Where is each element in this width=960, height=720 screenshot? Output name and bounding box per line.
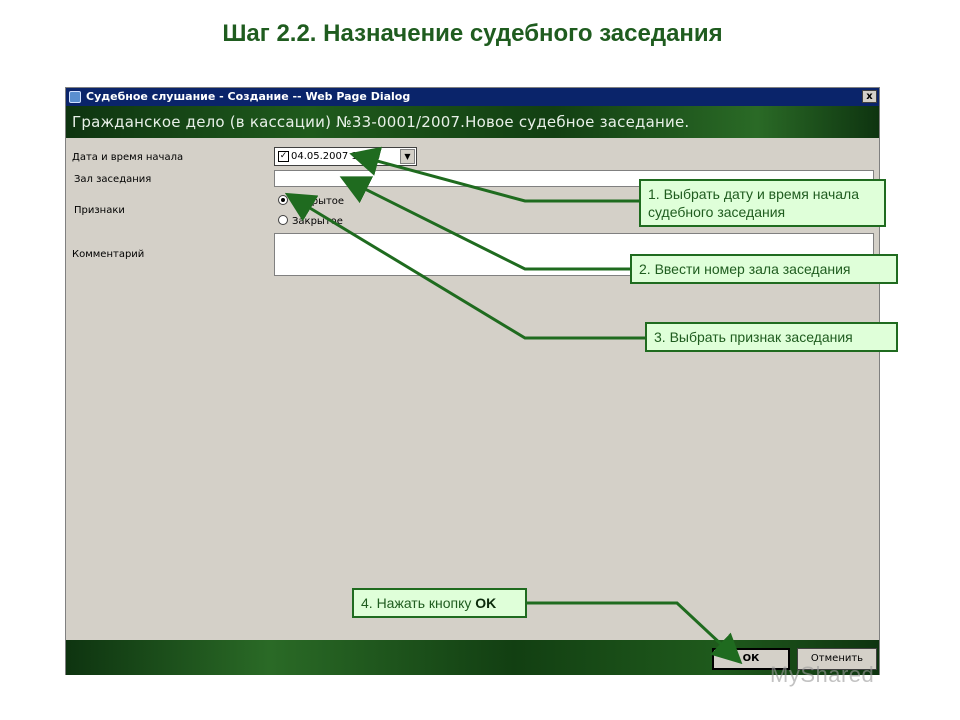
slide-title: Шаг 2.2. Назначение судебного заседания: [222, 20, 723, 47]
dialog-window: Судебное слушание - Создание -- Web Page…: [65, 87, 880, 675]
callout-step-4-text: 4. Нажать кнопку: [361, 595, 476, 611]
close-button[interactable]: x: [862, 90, 877, 103]
callout-step-1: 1. Выбрать дату и время начала судебного…: [639, 179, 886, 227]
callout-step-4-bold: OK: [475, 595, 497, 611]
callout-step-2: 2. Ввести номер зала заседания: [630, 254, 898, 284]
date-time-picker[interactable]: ✓ 04.05.2007 10:00 ▼: [274, 147, 417, 166]
radio-closed-indicator[interactable]: [278, 215, 288, 225]
dialog-title: Судебное слушание - Создание -- Web Page…: [86, 90, 411, 103]
comment-label: Комментарий: [72, 249, 145, 260]
radio-closed-label: Закрытое: [292, 216, 343, 227]
date-enabled-checkbox[interactable]: ✓: [278, 151, 289, 162]
dialog-footer: ОК Отменить: [66, 640, 879, 675]
radio-open-label: Открытое: [292, 196, 345, 207]
watermark: MyShared: [770, 662, 875, 687]
case-header: Гражданское дело (в кассации) №33-0001/2…: [66, 106, 879, 138]
dialog-titlebar[interactable]: Судебное слушание - Создание -- Web Page…: [66, 88, 879, 106]
callout-step-3: 3. Выбрать признак заседания: [645, 322, 898, 352]
signs-label: Признаки: [74, 205, 125, 216]
date-label: Дата и время начала: [72, 152, 184, 163]
radio-open-indicator[interactable]: [278, 195, 288, 205]
hall-label: Зал заседания: [74, 174, 152, 185]
radio-open[interactable]: Открытое: [278, 195, 344, 207]
radio-closed[interactable]: Закрытое: [278, 215, 343, 227]
date-value: 04.05.2007 10:00: [291, 151, 381, 162]
callout-step-4: 4. Нажать кнопку OK: [352, 588, 527, 618]
ie-window-icon: [69, 91, 81, 103]
chevron-down-icon[interactable]: ▼: [400, 149, 415, 164]
